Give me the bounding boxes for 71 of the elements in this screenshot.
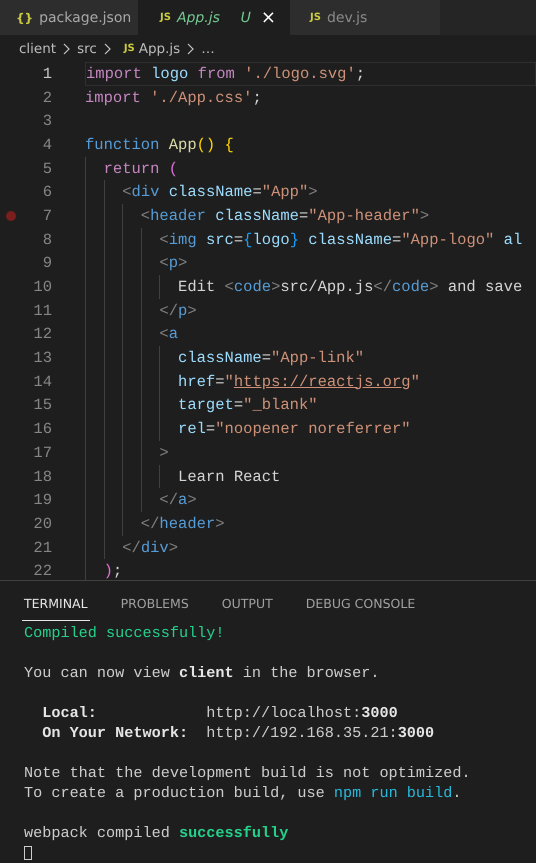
- git-status-label: U: [240, 10, 251, 26]
- code-line: </header>: [140, 514, 225, 533]
- js-file-icon: JS: [160, 12, 171, 23]
- line-number: 9: [42, 254, 52, 272]
- terminal-line: To create a production build, use npm run build.: [24, 784, 462, 802]
- js-file-icon: JS: [124, 43, 135, 54]
- code-line: <div className="App">: [121, 183, 318, 202]
- line-number: 5: [42, 160, 52, 178]
- line-number: 14: [33, 372, 52, 391]
- code-line: <a: [158, 325, 178, 344]
- code-line: <header className="App-header">: [140, 206, 430, 225]
- breakpoint-dot[interactable]: [6, 210, 16, 221]
- line-number: 13: [33, 349, 52, 368]
- terminal-line: Local: http://localhost:3000: [41, 704, 398, 722]
- panel-tab[interactable]: OUTPUT: [220, 596, 275, 621]
- line-number: 15: [33, 396, 52, 414]
- breadcrumb-item[interactable]: client: [19, 40, 56, 56]
- code-line: <p>: [158, 254, 188, 272]
- code-line: );: [102, 562, 122, 580]
- chevron-icon: [63, 42, 70, 54]
- code-line: function App() {: [85, 136, 234, 154]
- code-line: className="App-link": [177, 349, 364, 368]
- line-number: 16: [33, 420, 52, 438]
- line-number: 20: [33, 514, 52, 533]
- terminal-line: webpack compiled successfully: [24, 824, 288, 842]
- terminal-line: On Your Network: http://192.168.35.21:3000: [41, 724, 434, 742]
- code-line: Edit <code>src/App.js</code> and save: [177, 278, 522, 296]
- breadcrumb-item[interactable]: src: [77, 40, 97, 56]
- code-line: </p>: [158, 302, 197, 320]
- editor-tab[interactable]: JS dev.js: [290, 0, 440, 35]
- line-number: 2: [42, 88, 52, 107]
- line-number: 21: [33, 538, 52, 557]
- code-line: import logo from './logo.svg';: [86, 64, 366, 83]
- code-line: return (: [102, 160, 178, 178]
- terminal-line: Note that the development build is not optimized.: [24, 764, 471, 782]
- code-line: </a>: [158, 491, 197, 510]
- panel-tab[interactable]: PROBLEMS: [118, 596, 191, 621]
- breadcrumb-item[interactable]: App.js: [138, 40, 180, 56]
- line-number: 7: [42, 206, 52, 225]
- line-number: 3: [42, 112, 52, 130]
- line-number: 6: [42, 183, 52, 202]
- terminal-line: Compiled successfully!: [24, 624, 225, 642]
- code-line: </div>: [121, 538, 178, 557]
- line-number: 11: [33, 302, 52, 320]
- terminal-line: You can now view client in the browser.: [24, 664, 380, 682]
- editor-tab[interactable]: JS App.js U ×: [138, 0, 290, 35]
- line-number: 17: [33, 444, 52, 462]
- code-line: Learn React: [177, 468, 280, 486]
- json-file-icon: {}: [16, 10, 34, 24]
- line-number: 8: [42, 230, 52, 249]
- code-line: import './App.css';: [85, 88, 262, 107]
- chevron-icon: [187, 42, 194, 54]
- code-line: href="https://reactjs.org": [177, 372, 420, 391]
- code-line: >: [158, 444, 169, 462]
- panel-tab[interactable]: TERMINAL: [22, 596, 90, 621]
- line-number: 18: [33, 468, 52, 486]
- line-number: 1: [42, 64, 52, 83]
- line-number: 22: [33, 562, 52, 580]
- line-number: 12: [33, 325, 52, 344]
- editor-tab[interactable]: {} package.json: [0, 0, 138, 35]
- line-number: 4: [42, 136, 52, 154]
- panel-tab[interactable]: DEBUG CONSOLE: [304, 596, 418, 621]
- code-line: <img src={logo} className="App-logo" al: [158, 230, 522, 249]
- js-file-icon: JS: [310, 12, 321, 23]
- close-button[interactable]: ×: [260, 7, 276, 28]
- code-line: target="_blank": [177, 396, 318, 414]
- line-number: 19: [33, 491, 52, 510]
- chevron-icon: [104, 42, 111, 54]
- line-number: 10: [33, 278, 52, 296]
- breadcrumb-item[interactable]: …: [201, 40, 215, 56]
- code-line: rel="noopener noreferrer": [177, 420, 411, 438]
